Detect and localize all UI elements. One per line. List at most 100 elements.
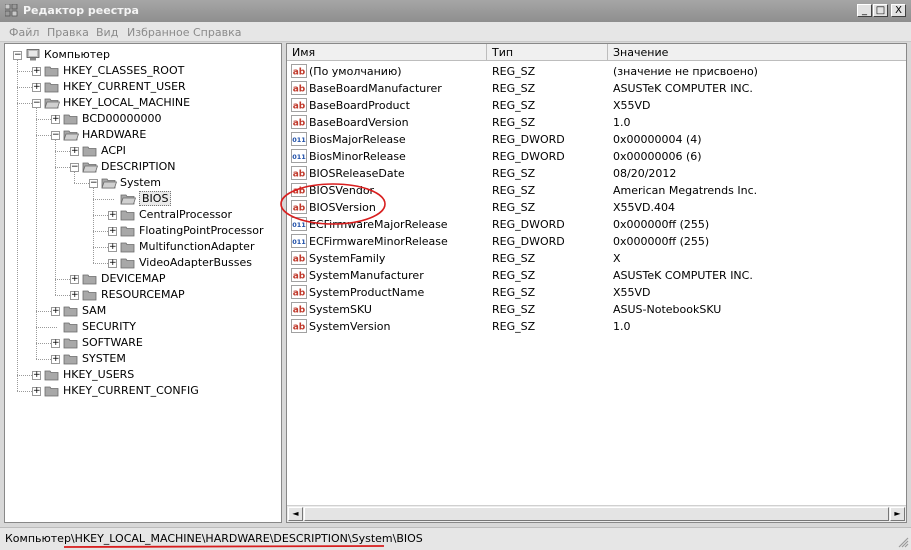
value-row[interactable]: ab (По умолчанию) REG_SZ (значение не присв… bbox=[287, 63, 906, 80]
close-button[interactable]: X bbox=[891, 4, 906, 17]
collapse-icon[interactable]: − bbox=[70, 163, 79, 172]
column-header-value[interactable]: Значение bbox=[608, 44, 906, 61]
expand-icon[interactable]: + bbox=[108, 243, 117, 252]
collapse-icon[interactable]: − bbox=[32, 99, 41, 108]
svg-text:ab: ab bbox=[293, 85, 306, 95]
expand-icon[interactable]: + bbox=[32, 371, 41, 380]
value-name: SystemVersion bbox=[309, 320, 391, 333]
value-type: REG_DWORD bbox=[492, 235, 565, 248]
value-row[interactable]: 011 BiosMinorRelease REG_DWORD 0x00000006 (… bbox=[287, 148, 906, 165]
expand-icon[interactable]: + bbox=[108, 259, 117, 268]
menu-file[interactable]: Файл bbox=[9, 26, 39, 39]
tree-node-videoadapterbusses[interactable]: + VideoAdapterBusses bbox=[5, 255, 281, 271]
expand-icon[interactable]: + bbox=[70, 275, 79, 284]
value-row[interactable]: ab SystemProductName REG_SZ X55VD bbox=[287, 284, 906, 301]
value-row[interactable]: ab SystemFamily REG_SZ X bbox=[287, 250, 906, 267]
tree-node-компьютер[interactable]: − Компьютер bbox=[5, 47, 281, 63]
tree-node-bcd00000000[interactable]: + BCD00000000 bbox=[5, 111, 281, 127]
column-header-name[interactable]: Имя bbox=[287, 44, 487, 61]
tree-node-bios[interactable]: BIOS bbox=[5, 191, 281, 207]
value-data: ASUSTeK COMPUTER INC. bbox=[613, 269, 753, 282]
value-row[interactable]: ab BaseBoardManufacturer REG_SZ ASUSTeK COM… bbox=[287, 80, 906, 97]
tree-node-sam[interactable]: + SAM bbox=[5, 303, 281, 319]
tree-node-devicemap[interactable]: + DEVICEMAP bbox=[5, 271, 281, 287]
minimize-button[interactable]: _ bbox=[857, 4, 872, 17]
folder-icon bbox=[120, 242, 135, 253]
value-row[interactable]: 011 BiosMajorRelease REG_DWORD 0x00000004 (… bbox=[287, 131, 906, 148]
expand-icon[interactable]: + bbox=[70, 291, 79, 300]
registry-values-list[interactable]: Имя Тип Значение ab (По умолчанию) REG_SZ(… bbox=[286, 43, 907, 523]
tree-node-label: MultifunctionAdapter bbox=[139, 240, 255, 253]
string-value-icon: ab bbox=[291, 98, 307, 112]
expand-icon[interactable]: + bbox=[51, 339, 60, 348]
resize-grip-icon[interactable] bbox=[897, 536, 909, 548]
value-data: (значение не присвоено) bbox=[613, 65, 758, 78]
tree-node-software[interactable]: + SOFTWARE bbox=[5, 335, 281, 351]
tree-node-hkey-local-machine[interactable]: − HKEY_LOCAL_MACHINE bbox=[5, 95, 281, 111]
tree-node-resourcemap[interactable]: + RESOURCEMAP bbox=[5, 287, 281, 303]
value-type: REG_SZ bbox=[492, 82, 536, 95]
svg-text:011: 011 bbox=[292, 221, 306, 229]
scroll-left-button[interactable]: ◄ bbox=[288, 507, 303, 521]
value-row[interactable]: ab BaseBoardProduct REG_SZ X55VD bbox=[287, 97, 906, 114]
tree-node-label: VideoAdapterBusses bbox=[139, 256, 252, 269]
menu-view[interactable]: Вид bbox=[96, 26, 118, 39]
value-row[interactable]: 011 ECFirmwareMajorRelease REG_DWORD 0x0000… bbox=[287, 216, 906, 233]
collapse-icon[interactable]: − bbox=[13, 51, 22, 60]
title-bar[interactable]: Редактор реестра _ □ X bbox=[0, 0, 911, 22]
value-row[interactable]: ab BIOSVendor REG_SZ American Megatrends In… bbox=[287, 182, 906, 199]
value-type: REG_SZ bbox=[492, 269, 536, 282]
value-data: 1.0 bbox=[613, 116, 631, 129]
value-data: American Megatrends Inc. bbox=[613, 184, 758, 197]
tree-node-description[interactable]: − DESCRIPTION bbox=[5, 159, 281, 175]
menu-help[interactable]: Справка bbox=[193, 26, 241, 39]
value-name: BaseBoardManufacturer bbox=[309, 82, 442, 95]
value-row[interactable]: ab BIOSVersion REG_SZ X55VD.404 bbox=[287, 199, 906, 216]
tree-node-hkey-classes-root[interactable]: + HKEY_CLASSES_ROOT bbox=[5, 63, 281, 79]
tree-node-multifunctionadapter[interactable]: + MultifunctionAdapter bbox=[5, 239, 281, 255]
expand-icon[interactable]: + bbox=[51, 355, 60, 364]
values-horizontal-scrollbar[interactable]: ◄ ► bbox=[287, 505, 906, 522]
expand-icon[interactable]: + bbox=[51, 115, 60, 124]
svg-text:ab: ab bbox=[293, 323, 306, 333]
tree-node-floatingpointprocessor[interactable]: + FloatingPointProcessor bbox=[5, 223, 281, 239]
value-row[interactable]: ab SystemManufacturer REG_SZ ASUSTeK COMPUT… bbox=[287, 267, 906, 284]
open-folder-icon bbox=[82, 162, 98, 173]
menu-edit[interactable]: Правка bbox=[47, 26, 89, 39]
expand-icon[interactable]: + bbox=[51, 307, 60, 316]
expand-icon[interactable]: + bbox=[108, 227, 117, 236]
value-row[interactable]: ab SystemSKU REG_SZ ASUS-NotebookSKU bbox=[287, 301, 906, 318]
expand-icon[interactable]: + bbox=[32, 83, 41, 92]
value-row[interactable]: ab BIOSReleaseDate REG_SZ 08/20/2012 bbox=[287, 165, 906, 182]
value-row[interactable]: ab BaseBoardVersion REG_SZ 1.0 bbox=[287, 114, 906, 131]
value-row[interactable]: ab SystemVersion REG_SZ 1.0 bbox=[287, 318, 906, 335]
tree-node-hardware[interactable]: − HARDWARE bbox=[5, 127, 281, 143]
collapse-icon[interactable]: − bbox=[51, 131, 60, 140]
expand-icon[interactable]: + bbox=[108, 211, 117, 220]
tree-guide-line bbox=[93, 188, 94, 263]
tree-node-hkey-users[interactable]: + HKEY_USERS bbox=[5, 367, 281, 383]
collapse-icon[interactable]: − bbox=[89, 179, 98, 188]
svg-text:ab: ab bbox=[293, 187, 306, 197]
expand-icon[interactable]: + bbox=[70, 147, 79, 156]
tree-node-centralprocessor[interactable]: + CentralProcessor bbox=[5, 207, 281, 223]
value-row[interactable]: 011 ECFirmwareMinorRelease REG_DWORD 0x0000… bbox=[287, 233, 906, 250]
column-header-type[interactable]: Тип bbox=[487, 44, 608, 61]
tree-node-security[interactable]: SECURITY bbox=[5, 319, 281, 335]
string-value-icon: ab bbox=[291, 183, 307, 197]
tree-node-acpi[interactable]: + ACPI bbox=[5, 143, 281, 159]
expand-icon[interactable]: + bbox=[32, 67, 41, 76]
tree-guide-line bbox=[17, 60, 18, 391]
value-name: ECFirmwareMajorRelease bbox=[309, 218, 448, 231]
tree-node-system[interactable]: − System bbox=[5, 175, 281, 191]
scroll-thumb[interactable] bbox=[304, 507, 889, 521]
registry-key-tree[interactable]: − Компьютер + HKEY_CLASSES_ROOT + HKEY_CURREN… bbox=[4, 43, 282, 523]
scroll-right-button[interactable]: ► bbox=[890, 507, 905, 521]
value-name: ECFirmwareMinorRelease bbox=[309, 235, 448, 248]
tree-node-hkey-current-config[interactable]: + HKEY_CURRENT_CONFIG bbox=[5, 383, 281, 399]
maximize-button[interactable]: □ bbox=[873, 4, 888, 17]
expand-icon[interactable]: + bbox=[32, 387, 41, 396]
tree-node-hkey-current-user[interactable]: + HKEY_CURRENT_USER bbox=[5, 79, 281, 95]
tree-node-system[interactable]: + SYSTEM bbox=[5, 351, 281, 367]
menu-favorites[interactable]: Избранное bbox=[127, 26, 189, 39]
